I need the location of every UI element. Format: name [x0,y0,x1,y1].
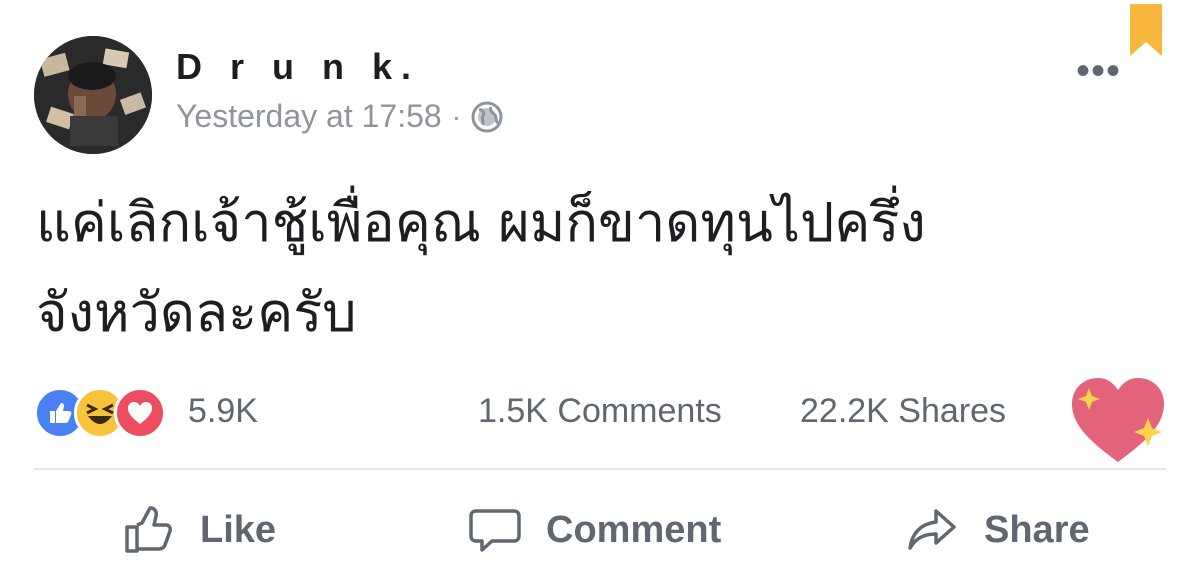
shares-count[interactable]: 22.2K Shares [800,392,1006,431]
like-button[interactable]: Like [122,500,276,560]
comment-button[interactable]: Comment [468,500,721,560]
post-text-line: จังหวัดละครับ [36,281,357,344]
thumbs-up-icon [125,506,172,553]
globe-icon [471,101,503,132]
author-name[interactable]: D r u n k. [176,46,420,88]
love-icon [114,387,166,439]
divider [34,468,1166,470]
more-options-button[interactable]: ••• [1076,51,1121,91]
share-label: Share [984,508,1090,551]
avatar[interactable] [34,36,152,154]
share-arrow-icon [908,509,956,550]
post-timestamp[interactable]: Yesterday at 17:58 [176,98,442,135]
meta-separator: · [451,100,462,132]
comments-count[interactable]: 1.5K Comments [478,392,722,431]
reactions-count[interactable]: 5.9K [188,392,258,431]
post-meta: Yesterday at 17:58 · [176,98,503,135]
comment-icon [469,509,521,552]
post-text: แค่เลิกเจ้าชู้เพื่อคุณ ผมก็ขาดทุนไปครึ่ง… [36,178,1156,358]
bookmark-icon[interactable] [1128,4,1164,58]
sparkling-heart-icon [1072,378,1164,462]
like-label: Like [200,508,277,551]
reactions-summary[interactable] [34,387,166,439]
post-text-line: แค่เลิกเจ้าชู้เพื่อคุณ ผมก็ขาดทุนไปครึ่ง [36,191,926,254]
share-button[interactable]: Share [906,500,1090,560]
comment-label: Comment [546,508,722,551]
